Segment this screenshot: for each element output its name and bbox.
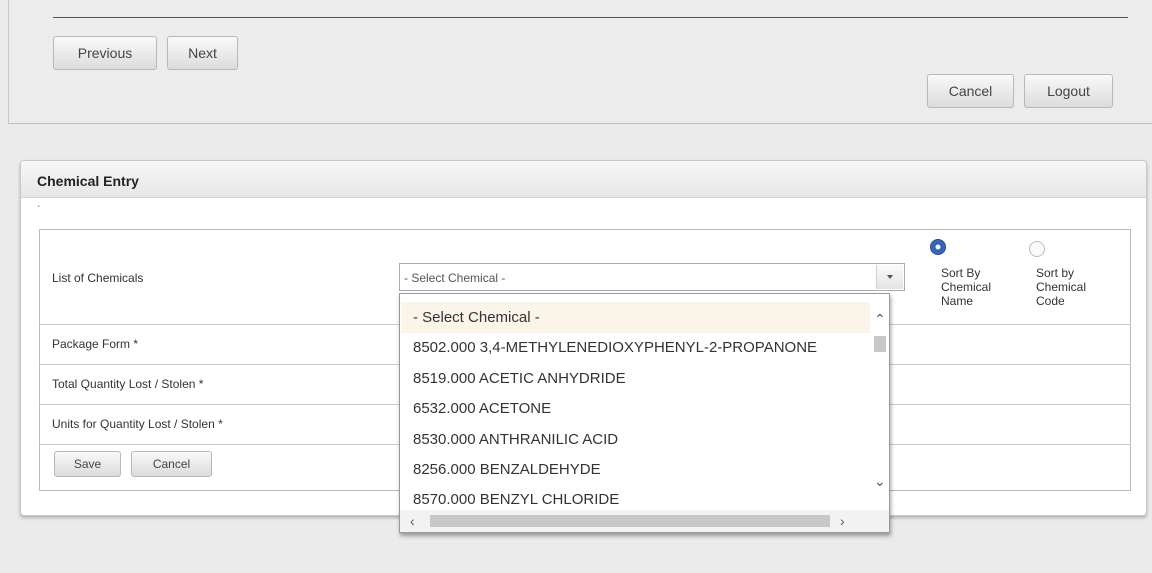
chevron-down-icon <box>887 275 893 279</box>
option-8256[interactable]: 8256.000 BENZALDEHYDE <box>401 454 870 485</box>
select-toggle[interactable] <box>876 265 903 289</box>
save-button[interactable]: Save <box>54 451 121 477</box>
option-8502[interactable]: 8502.000 3,4-METHYLENEDIOXYPHENYL-2-PROP… <box>401 332 870 363</box>
option-select-chemical[interactable]: - Select Chemical - <box>401 302 870 333</box>
scroll-down-icon[interactable]: ⌄ <box>874 474 886 488</box>
cancel-button-top[interactable]: Cancel <box>927 74 1014 108</box>
chemical-dropdown-list: - Select Chemical - 8502.000 3,4-METHYLE… <box>399 293 890 533</box>
package-form-label: Package Form * <box>52 337 139 351</box>
logout-button[interactable]: Logout <box>1024 74 1113 108</box>
option-8519[interactable]: 8519.000 ACETIC ANHYDRIDE <box>401 363 870 394</box>
units-quantity-label: Units for Quantity Lost / Stolen * <box>52 417 223 431</box>
total-quantity-label: Total Quantity Lost / Stolen * <box>52 377 204 391</box>
sort-by-code-radio[interactable] <box>1029 241 1045 257</box>
horizontal-scrollbar[interactable]: ‹ › <box>400 510 889 532</box>
list-of-chemicals-label: List of Chemicals <box>52 271 144 285</box>
card-header: Chemical Entry <box>21 161 1146 198</box>
scroll-up-icon[interactable]: ⌃ <box>874 312 886 326</box>
scroll-left-icon[interactable]: ‹ <box>410 514 415 528</box>
stray-mark: ` <box>37 205 41 216</box>
divider <box>53 17 1128 18</box>
select-value: - Select Chemical - <box>404 271 506 285</box>
previous-button[interactable]: Previous <box>53 36 157 70</box>
cancel-button[interactable]: Cancel <box>131 451 212 477</box>
option-6532[interactable]: 6532.000 ACETONE <box>401 393 870 424</box>
chemical-select[interactable]: - Select Chemical - <box>399 263 905 291</box>
next-button[interactable]: Next <box>167 36 238 70</box>
vertical-scroll-thumb[interactable] <box>874 336 886 352</box>
scroll-right-icon[interactable]: › <box>840 514 845 528</box>
sort-by-name-radio[interactable] <box>930 239 946 255</box>
horizontal-scroll-thumb[interactable] <box>430 515 830 527</box>
card-title: Chemical Entry <box>37 173 139 189</box>
vertical-scrollbar[interactable]: ⌃ ⌄ <box>870 294 889 510</box>
option-8530[interactable]: 8530.000 ANTHRANILIC ACID <box>401 424 870 455</box>
sort-by-code-label: Sort by Chemical Code <box>1036 266 1087 308</box>
sort-by-name-label: Sort By Chemical Name <box>941 266 992 308</box>
